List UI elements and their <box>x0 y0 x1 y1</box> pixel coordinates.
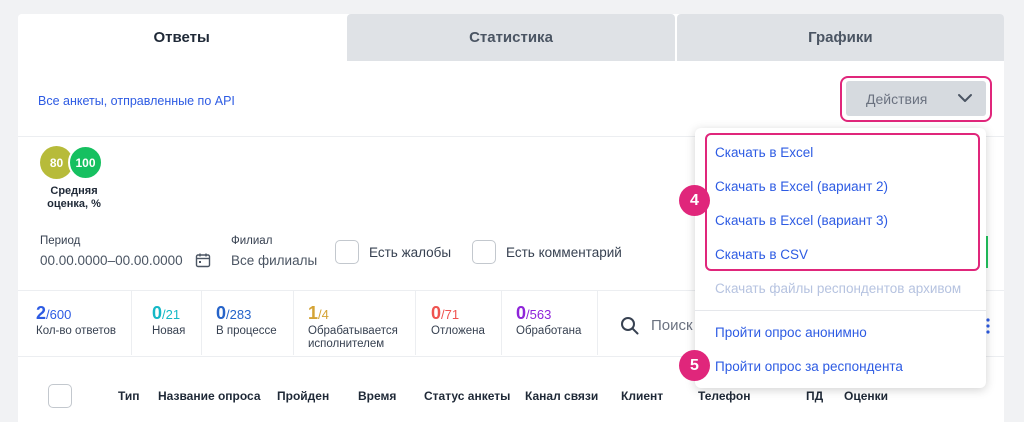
step-badge-5: 5 <box>679 350 710 381</box>
divider <box>293 291 294 355</box>
step-badge-4: 4 <box>679 185 710 216</box>
stat-new-label: Новая <box>152 325 186 337</box>
comments-label: Есть комментарий <box>506 245 622 260</box>
column-header-type[interactable]: Тип <box>118 389 140 403</box>
stat-new[interactable]: 0/21 Новая <box>152 303 185 338</box>
period-label: Период <box>40 235 81 247</box>
actions-button[interactable]: Действия <box>846 81 986 116</box>
column-header-time[interactable]: Время <box>358 389 396 403</box>
stat-in-progress-label: В процессе <box>216 325 277 337</box>
stat-processed-of: /563 <box>526 307 552 322</box>
branch-label: Филиал <box>231 235 273 247</box>
score-badge-100: 100 <box>68 145 103 180</box>
column-header-completed[interactable]: Пройден <box>277 389 329 403</box>
branch-select[interactable]: Все филиалы <box>231 253 317 268</box>
actions-label: Действия <box>866 90 928 107</box>
stat-new-count: 0 <box>152 303 163 323</box>
stat-total-label: Кол-во ответов <box>36 325 117 337</box>
search-icon[interactable] <box>620 316 639 335</box>
tab-charts[interactable]: Графики <box>676 14 1004 61</box>
menu-item-download-excel-v2[interactable]: Скачать в Excel (вариант 2) <box>715 179 888 194</box>
complaints-label: Есть жалобы <box>369 245 452 260</box>
stat-postponed-label: Отложена <box>431 325 485 337</box>
period-input[interactable]: 00.00.0000–00.00.0000 <box>40 253 183 268</box>
stat-in-progress[interactable]: 0/283 В процессе <box>216 303 277 338</box>
average-score-label: Средняя оценка, % <box>47 185 101 210</box>
stat-processed-label: Обработана <box>516 325 582 337</box>
column-header-status[interactable]: Статус анкеты <box>424 389 510 403</box>
stat-postponed[interactable]: 0/71 Отложена <box>431 303 485 338</box>
stat-in-progress-count: 0 <box>216 303 227 323</box>
stat-processing[interactable]: 1/4 Обрабатывается исполнителем <box>308 303 408 351</box>
menu-divider <box>695 310 986 311</box>
complaints-checkbox[interactable] <box>335 240 359 264</box>
column-header-ratings[interactable]: Оценки <box>844 389 888 403</box>
column-header-phone[interactable]: Телефон <box>698 389 750 403</box>
menu-item-download-excel[interactable]: Скачать в Excel <box>715 145 813 160</box>
menu-item-take-anonymous[interactable]: Пройти опрос анонимно <box>715 325 867 340</box>
calendar-icon[interactable] <box>195 252 211 268</box>
api-surveys-link[interactable]: Все анкеты, отправленные по API <box>38 94 235 108</box>
stat-new-of: /21 <box>162 307 181 322</box>
divider <box>201 291 202 355</box>
menu-item-download-respondent-files: Скачать файлы респондентов архивом <box>715 281 962 296</box>
chevron-down-icon <box>958 94 972 102</box>
stat-postponed-count: 0 <box>431 303 442 323</box>
column-header-survey-name[interactable]: Название опроса <box>158 389 261 403</box>
divider <box>415 291 416 355</box>
stat-processing-count: 1 <box>308 303 319 323</box>
tab-answers[interactable]: Ответы <box>18 14 346 61</box>
tab-statistics[interactable]: Статистика <box>347 14 675 61</box>
stat-processed-count: 0 <box>516 303 527 323</box>
divider <box>501 291 502 355</box>
stat-total[interactable]: 2/600 Кол-во ответов <box>36 303 116 338</box>
more-vertical-icon[interactable] <box>986 318 990 334</box>
column-header-channel[interactable]: Канал связи <box>525 389 598 403</box>
stat-processed[interactable]: 0/563 Обработана <box>516 303 581 338</box>
menu-item-download-csv[interactable]: Скачать в CSV <box>715 247 808 262</box>
stat-total-of: /600 <box>46 307 72 322</box>
stat-processing-of: /4 <box>318 307 329 322</box>
menu-item-download-excel-v3[interactable]: Скачать в Excel (вариант 3) <box>715 213 888 228</box>
tab-bar: Ответы Статистика Графики <box>18 14 1004 61</box>
divider <box>131 291 132 355</box>
stat-postponed-of: /71 <box>441 307 460 322</box>
search-input[interactable]: Поиск <box>651 317 693 334</box>
divider <box>597 291 598 355</box>
select-all-checkbox[interactable] <box>48 384 72 408</box>
stat-in-progress-of: /283 <box>226 307 252 322</box>
comments-checkbox[interactable] <box>472 240 496 264</box>
stat-total-count: 2 <box>36 303 47 323</box>
column-header-client[interactable]: Клиент <box>621 389 663 403</box>
menu-item-take-for-respondent[interactable]: Пройти опрос за респондента <box>715 359 903 374</box>
column-header-pd[interactable]: ПД <box>806 389 823 403</box>
stat-processing-label: Обрабатывается исполнителем <box>308 325 398 350</box>
